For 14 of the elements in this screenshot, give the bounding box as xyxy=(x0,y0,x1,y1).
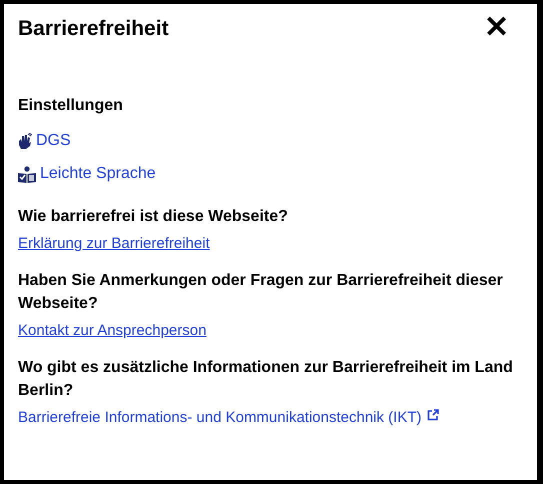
section-heading: Einstellungen xyxy=(18,96,124,116)
settings-link[interactable]: Leichte Sprache xyxy=(40,165,156,183)
dialog-title: Barrierefreiheit xyxy=(18,16,169,42)
question-heading: Haben Sie Anmerkungen oder Fragen zur Barrierefreiheit dieser Webseite? xyxy=(18,271,504,314)
signing-hands-icon xyxy=(18,133,32,150)
link[interactable]: Barrierefreie Informations- und Kommunikationstechnik (IKT) xyxy=(18,408,422,428)
question-heading: Wo gibt es zusätzliche Informationen zur Barrierefreiheit im Land Berlin? xyxy=(18,358,514,401)
question-heading: Wie barrierefrei ist diese Webseite? xyxy=(18,207,289,227)
external-link-icon xyxy=(426,409,438,421)
reading-person-icon xyxy=(18,166,36,183)
close-button[interactable]: ✕ xyxy=(484,13,509,43)
link[interactable]: Erklärung zur Barrierefreiheit xyxy=(18,234,210,254)
settings-link[interactable]: DGS xyxy=(36,132,71,150)
link[interactable]: Kontakt zur Ansprechperson xyxy=(18,321,206,341)
